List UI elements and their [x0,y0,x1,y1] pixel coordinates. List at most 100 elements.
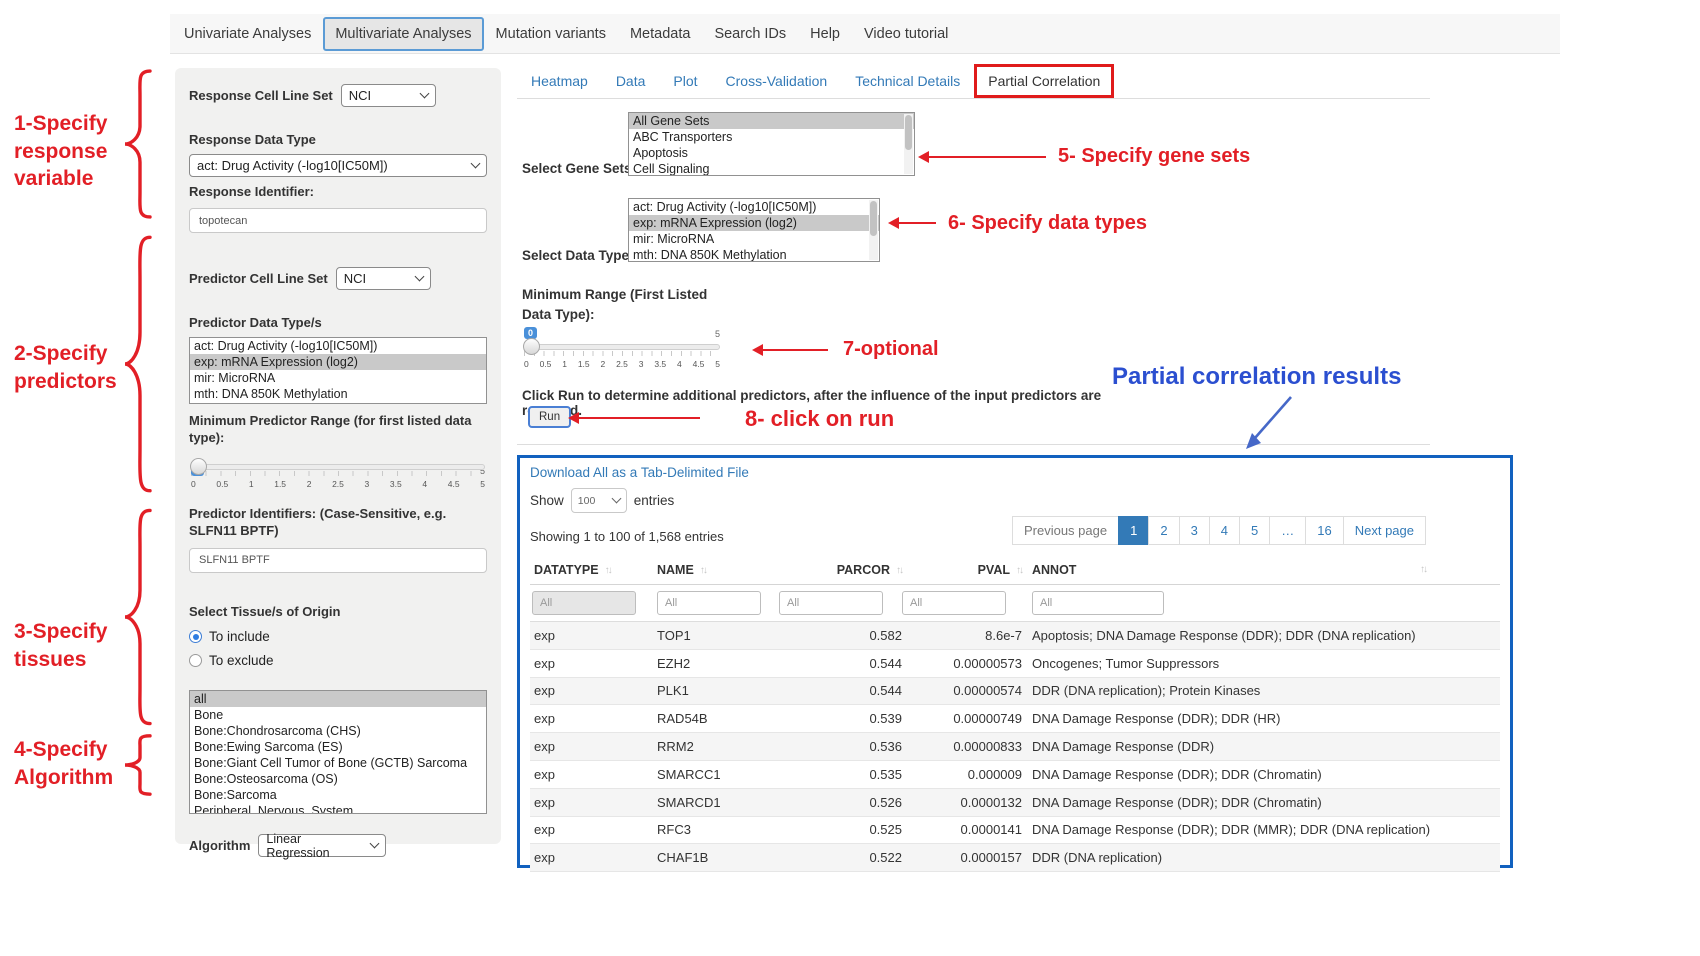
page-button-3[interactable]: 3 [1179,516,1210,545]
response-cell-line-set-select[interactable]: NCI [341,84,436,107]
pagination: Previous page 1 2 3 4 5 … 16 Next page [1013,516,1426,545]
table-row[interactable]: exp SMARCD1 0.526 0.0000132 DNA Damage R… [530,789,1500,817]
min-predictor-range-slider: 0 5 00.511.522.533.544.55 [191,464,485,489]
table-row[interactable]: exp RFC3 0.525 0.0000141 DNA Damage Resp… [530,817,1500,845]
show-entries-select[interactable]: 100 [571,488,627,513]
predictor-data-types-label: Predictor Data Type/s [189,314,487,332]
scrollbar[interactable] [904,114,913,174]
slider-track[interactable] [524,344,720,350]
tissue-exclude-label: To exclude [209,653,274,668]
tissue-option[interactable]: Bone:Osteosarcoma (OS) [190,771,486,787]
column-header-datatype[interactable]: DATATYPE↑↓ [530,563,657,577]
algorithm-label: Algorithm [189,837,250,855]
predictor-cell-line-set-label: Predictor Cell Line Set [189,270,328,288]
chevron-down-icon [611,494,621,504]
algorithm-select[interactable]: Linear Regression [258,834,386,857]
tab-partial-correlation[interactable]: Partial Correlation [974,64,1114,98]
predictor-cell-line-set-select[interactable]: NCI [336,267,431,290]
page-button-5[interactable]: 5 [1239,516,1270,545]
filter-datatype-input[interactable] [532,591,636,615]
tissue-option[interactable]: Bone:Ewing Sarcoma (ES) [190,739,486,755]
predictor-identifiers-input[interactable] [189,548,487,573]
predictor-data-type-option-selected[interactable]: exp: mRNA Expression (log2) [190,354,486,370]
tissue-option[interactable]: Bone:Sarcoma [190,787,486,803]
nav-metadata[interactable]: Metadata [618,17,702,51]
column-header-name[interactable]: NAME↑↓ [657,563,779,577]
page-button-1[interactable]: 1 [1118,516,1149,545]
next-page-button[interactable]: Next page [1343,516,1426,545]
tab-technical-details[interactable]: Technical Details [841,65,974,97]
show-entries-value: 100 [578,495,596,507]
table-header-row: DATATYPE↑↓ NAME↑↓ PARCOR↑↓ PVAL↑↓ ANNOT … [530,555,1500,585]
gene-set-option[interactable]: Apoptosis [629,145,914,161]
table-row[interactable]: exp RRM2 0.536 0.00000833 DNA Damage Res… [530,733,1500,761]
predictor-data-type-option[interactable]: mir: MicroRNA [190,370,486,386]
nav-video-tutorial[interactable]: Video tutorial [852,17,960,51]
filter-annot-input[interactable] [1032,591,1164,615]
column-header-parcor[interactable]: PARCOR↑↓ [779,563,902,577]
tab-plot[interactable]: Plot [659,65,711,97]
slider-handle[interactable] [190,458,207,475]
tissue-option[interactable]: Bone:Giant Cell Tumor of Bone (GCTB) Sar… [190,755,486,771]
page-button-16[interactable]: 16 [1305,516,1343,545]
tab-cross-validation[interactable]: Cross-Validation [712,65,842,97]
predictor-data-type-option[interactable]: mth: DNA 850K Methylation [190,386,486,402]
filter-pval-input[interactable] [902,591,1006,615]
previous-page-button[interactable]: Previous page [1012,516,1119,545]
table-row[interactable]: exp SMARCC1 0.535 0.000009 DNA Damage Re… [530,761,1500,789]
slider-handle[interactable] [523,338,540,355]
sort-icon[interactable]: ↑↓ [700,565,706,576]
chevron-down-icon [370,839,380,849]
radio-unselected-icon[interactable] [189,654,202,667]
data-type-option-selected[interactable]: exp: mRNA Expression (log2) [629,215,879,231]
predictor-data-type-option[interactable]: act: Drug Activity (-log10[IC50M]) [190,338,486,354]
nav-help[interactable]: Help [798,17,852,51]
tissue-option[interactable]: Bone:Chondrosarcoma (CHS) [190,723,486,739]
page-button-ellipsis[interactable]: … [1269,516,1306,545]
table-row[interactable]: exp EZH2 0.544 0.00000573 Oncogenes; Tum… [530,650,1500,678]
column-header-pval[interactable]: PVAL↑↓ [902,563,1022,577]
sort-icon[interactable]: ↑↓ [1420,564,1426,575]
page-button-4[interactable]: 4 [1209,516,1240,545]
run-button[interactable]: Run [528,406,571,428]
nav-univariate-analyses[interactable]: Univariate Analyses [172,17,323,51]
download-all-link[interactable]: Download All as a Tab-Delimited File [530,465,749,480]
gene-set-option-selected[interactable]: All Gene Sets [629,113,914,129]
filter-parcor-input[interactable] [779,591,883,615]
table-row[interactable]: exp PLK1 0.544 0.00000574 DDR (DNA repli… [530,678,1500,706]
filter-name-input[interactable] [657,591,761,615]
gene-set-option[interactable]: ABC Transporters [629,129,914,145]
tissue-option[interactable]: Bone [190,707,486,723]
slider-track[interactable] [191,464,485,470]
data-type-option[interactable]: mir: MicroRNA [629,231,879,247]
tab-heatmap[interactable]: Heatmap [517,65,602,97]
nav-search-ids[interactable]: Search IDs [702,17,798,51]
annotation-step2: 2-Specify predictors [14,340,117,395]
tissue-exclude-radio-row[interactable]: To exclude [189,653,487,668]
table-row[interactable]: exp RAD54B 0.539 0.00000749 DNA Damage R… [530,705,1500,733]
top-nav: Univariate Analyses Multivariate Analyse… [170,14,1560,54]
tissue-option-selected[interactable]: all [190,691,486,707]
annotation-step8: 8- click on run [745,404,894,433]
nav-mutation-variants[interactable]: Mutation variants [484,17,618,51]
gene-set-option[interactable]: Cell Signaling [629,161,914,176]
results-tab-bar: Heatmap Data Plot Cross-Validation Techn… [517,64,1430,99]
annotation-arrow-step6 [888,217,936,229]
tissue-include-radio-row[interactable]: To include [189,629,487,644]
scrollbar[interactable] [869,200,878,260]
response-data-type-select[interactable]: act: Drug Activity (-log10[IC50M]) [189,154,487,177]
radio-selected-icon[interactable] [189,630,202,643]
tab-data[interactable]: Data [602,65,660,97]
column-header-annot[interactable]: ANNOT [1022,563,1500,577]
table-row[interactable]: exp TOP1 0.582 8.6e-7 Apoptosis; DNA Dam… [530,622,1500,650]
response-identifier-input[interactable] [189,208,487,233]
data-type-option[interactable]: mth: DNA 850K Methylation [629,247,879,262]
tissue-option[interactable]: Peripheral_Nervous_System [190,803,486,814]
data-types-listbox: act: Drug Activity (-log10[IC50M]) exp: … [628,198,880,262]
sort-icon[interactable]: ↑↓ [605,565,611,576]
page-button-2[interactable]: 2 [1148,516,1179,545]
nav-multivariate-analyses[interactable]: Multivariate Analyses [323,17,483,51]
table-body: exp TOP1 0.582 8.6e-7 Apoptosis; DNA Dam… [530,622,1500,872]
table-row[interactable]: exp CHAF1B 0.522 0.0000157 DDR (DNA repl… [530,844,1500,872]
data-type-option[interactable]: act: Drug Activity (-log10[IC50M]) [629,199,879,215]
